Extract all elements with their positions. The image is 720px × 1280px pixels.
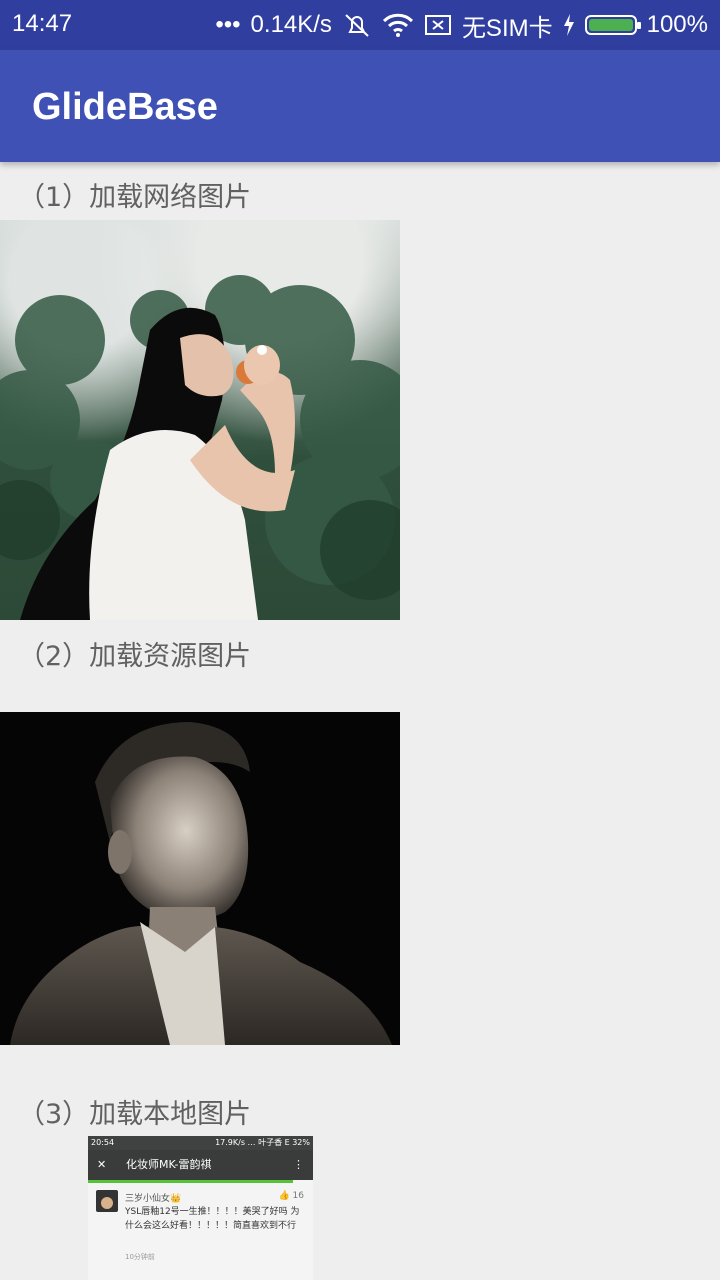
screenshot-title: 化妆师MK-雷韵祺 [126, 1158, 212, 1171]
network-speed: 0.14K/s [250, 11, 332, 38]
section-label-network: （1）加载网络图片 [18, 182, 252, 213]
section-label-resource: （2）加载资源图片 [18, 641, 252, 672]
charging-icon [563, 14, 575, 36]
battery-level [588, 19, 633, 31]
avatar [96, 1190, 118, 1212]
screenshot-status-right: 17.9K/s … 叶子香 E 32% [215, 1138, 310, 1147]
wifi-icon [382, 13, 414, 37]
screenshot-progress [88, 1180, 293, 1183]
comment-text: YSL唇釉12号一生推！！！！美哭了好吗 为什么会这么好看！！！！！简直喜欢到不… [125, 1207, 300, 1231]
mute-vibrate-icon [342, 12, 372, 38]
like-count: 👍 16 [278, 1191, 304, 1201]
local-image: 20:54 17.9K/s … 叶子香 E 32% ✕ 化妆师MK-雷韵祺 ⋮ … [88, 1136, 313, 1280]
app-title: GlideBase [32, 86, 218, 128]
battery-icon [584, 15, 641, 35]
resource-image [0, 712, 400, 1045]
app-toolbar: GlideBase [0, 50, 720, 162]
carrier-label: 无SIM卡 [461, 14, 553, 42]
close-icon: ✕ [97, 1158, 107, 1171]
screenshot-time: 20:54 [91, 1138, 115, 1147]
screenshot-status-bar: 20:54 17.9K/s … 叶子香 E 32% [88, 1136, 313, 1150]
battery-percent: 100% [646, 11, 708, 38]
comment-user: 三岁小仙女👑 [125, 1194, 182, 1204]
more-icon: ⋮ [293, 1158, 304, 1171]
comment-time: 10分钟前 [125, 1253, 155, 1261]
network-image [0, 220, 400, 620]
overflow-dots-icon: ••• [215, 11, 241, 38]
status-time: 14:47 [12, 10, 73, 37]
section-label-local: （3）加载本地图片 [18, 1099, 252, 1130]
no-sim-icon [424, 13, 452, 37]
status-bar: 14:47 ••• 0.14K/s 无SIM卡 100% [0, 0, 720, 50]
status-indicators: ••• 0.14K/s 无SIM卡 100% [215, 0, 708, 50]
screenshot-toolbar: ✕ 化妆师MK-雷韵祺 ⋮ [88, 1150, 313, 1180]
